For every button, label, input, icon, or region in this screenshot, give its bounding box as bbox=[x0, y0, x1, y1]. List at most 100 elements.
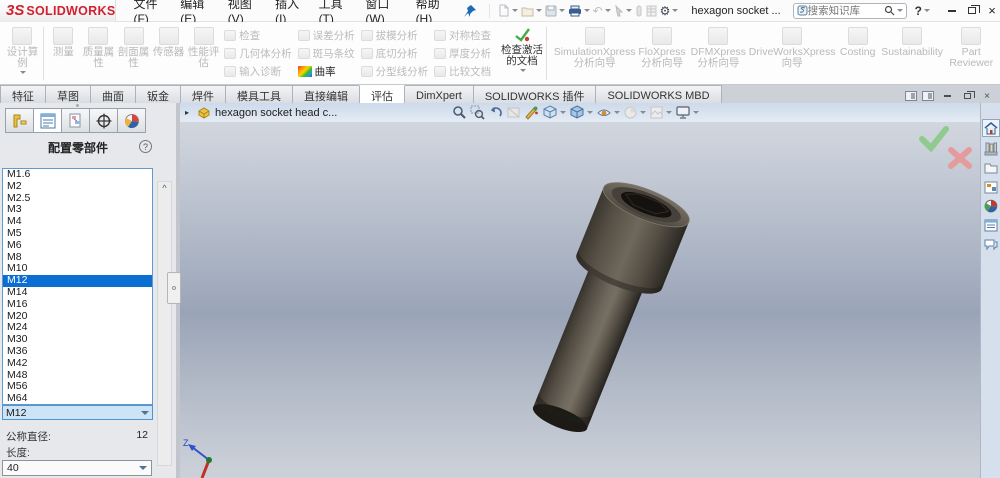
display-manager-tab[interactable] bbox=[117, 108, 146, 133]
measure-button[interactable]: 测量 bbox=[46, 24, 81, 83]
tab-dimxpert[interactable]: DimXpert bbox=[404, 85, 474, 103]
tab-surfaces[interactable]: 曲面 bbox=[90, 85, 136, 103]
tab-evaluate[interactable]: 评估 bbox=[359, 85, 405, 103]
appearances-scenes-button[interactable] bbox=[982, 197, 1000, 215]
size-option[interactable]: M2 bbox=[3, 181, 152, 193]
confirm-cancel-button[interactable] bbox=[951, 150, 969, 166]
floxpress-button[interactable]: FloXpress 分析向导 bbox=[636, 24, 688, 83]
zoom-area-button[interactable] bbox=[470, 105, 485, 120]
restore-button[interactable] bbox=[964, 3, 980, 19]
performance-evaluation-button[interactable]: 性能评估 bbox=[186, 24, 221, 83]
help-button[interactable]: ? bbox=[915, 4, 930, 18]
apply-scene-button[interactable] bbox=[649, 105, 672, 120]
curvature-button[interactable]: 曲率 bbox=[298, 64, 355, 79]
size-option[interactable]: M2.5 bbox=[3, 193, 152, 205]
edit-appearance-button[interactable] bbox=[623, 105, 646, 120]
size-option[interactable]: M14 bbox=[3, 287, 152, 299]
length-combobox[interactable]: 40 bbox=[2, 460, 152, 476]
dimxpert-manager-tab[interactable] bbox=[89, 108, 118, 133]
panel-grip-handle[interactable] bbox=[70, 104, 84, 107]
view-orientation-button[interactable] bbox=[542, 105, 566, 120]
draft-analysis-button[interactable]: 拔模分析 bbox=[361, 28, 429, 43]
panel-help-button[interactable]: ? bbox=[139, 140, 152, 153]
part-reviewer-button[interactable]: Part Reviewer bbox=[944, 24, 998, 83]
scroll-up-icon[interactable]: ^ bbox=[162, 182, 166, 465]
select-button[interactable] bbox=[614, 5, 632, 17]
search-input[interactable] bbox=[808, 5, 884, 17]
deviation-analysis-button[interactable]: 误差分析 bbox=[298, 28, 355, 43]
knowledge-search[interactable] bbox=[793, 3, 907, 19]
dfmxpress-button[interactable]: DFMXpress 分析向导 bbox=[688, 24, 749, 83]
parting-line-analysis-button[interactable]: 分型线分析 bbox=[361, 64, 429, 79]
previous-view-button[interactable] bbox=[488, 105, 503, 120]
feature-tree-flyout-icon[interactable]: ▸ bbox=[185, 108, 189, 117]
view-palette-button[interactable] bbox=[982, 178, 1000, 196]
rebuild-button[interactable] bbox=[635, 5, 643, 17]
solidworks-forum-button[interactable] bbox=[982, 235, 1000, 253]
tab-solidworks-addins[interactable]: SOLIDWORKS 插件 bbox=[473, 85, 597, 103]
sustainability-button[interactable]: Sustainability bbox=[880, 24, 945, 83]
check-active-document-button[interactable]: 检查激活的文档 bbox=[500, 24, 544, 83]
tab-sketch[interactable]: 草图 bbox=[45, 85, 91, 103]
undercut-analysis-button[interactable]: 底切分析 bbox=[361, 46, 429, 61]
confirm-ok-button[interactable] bbox=[922, 129, 946, 148]
file-properties-button[interactable] bbox=[646, 5, 657, 17]
tab-weldments[interactable]: 焊件 bbox=[180, 85, 226, 103]
import-diagnostics-button[interactable]: 输入诊断 bbox=[224, 64, 292, 79]
design-study-button[interactable]: 设计算例 bbox=[4, 24, 41, 83]
size-option[interactable]: M3 bbox=[3, 204, 152, 216]
hex-socket-screw-model[interactable] bbox=[514, 174, 695, 444]
panel-collapse-handle[interactable] bbox=[167, 272, 181, 304]
tab-sheet-metal[interactable]: 钣金 bbox=[135, 85, 181, 103]
close-button[interactable]: × bbox=[984, 3, 1000, 19]
size-option[interactable]: M42 bbox=[3, 358, 152, 370]
size-option[interactable]: M6 bbox=[3, 240, 152, 252]
search-caret-icon[interactable] bbox=[897, 9, 903, 12]
zebra-stripes-button[interactable]: 斑马条纹 bbox=[298, 46, 355, 61]
size-option[interactable]: M64 bbox=[3, 393, 152, 405]
model-canvas[interactable] bbox=[180, 103, 980, 478]
compare-documents-button[interactable]: 比较文档 bbox=[434, 64, 497, 79]
pane-right-icon[interactable] bbox=[922, 91, 934, 101]
document-minimize-button[interactable] bbox=[940, 89, 954, 103]
display-style-button[interactable] bbox=[569, 105, 593, 120]
document-tab[interactable]: hexagon socket head c... bbox=[197, 107, 337, 119]
geometry-analysis-button[interactable]: 几何体分析 bbox=[224, 46, 292, 61]
symmetry-check-button[interactable]: 对称检查 bbox=[434, 28, 497, 43]
design-library-button[interactable] bbox=[982, 140, 1000, 158]
custom-properties-button[interactable] bbox=[982, 216, 1000, 234]
thickness-analysis-button[interactable]: 厚度分析 bbox=[434, 46, 497, 61]
save-button[interactable] bbox=[545, 5, 565, 17]
tab-direct-editing[interactable]: 直接编辑 bbox=[292, 85, 360, 103]
sensor-button[interactable]: 传感器 bbox=[151, 24, 186, 83]
new-document-button[interactable] bbox=[498, 4, 518, 17]
feature-manager-tab[interactable] bbox=[5, 108, 34, 133]
size-option[interactable]: M5 bbox=[3, 228, 152, 240]
minimize-button[interactable] bbox=[944, 3, 960, 19]
size-option[interactable]: M36 bbox=[3, 346, 152, 358]
options-button[interactable]: ⚙ bbox=[660, 4, 679, 18]
solidworks-resources-button[interactable] bbox=[982, 119, 1000, 137]
section-view-button[interactable] bbox=[506, 105, 521, 120]
tab-mold-tools[interactable]: 模具工具 bbox=[225, 85, 293, 103]
size-option[interactable]: M4 bbox=[3, 216, 152, 228]
mass-properties-button[interactable]: 质量属性 bbox=[81, 24, 116, 83]
file-explorer-button[interactable] bbox=[982, 159, 1000, 177]
simulationxpress-button[interactable]: SimulationXpress 分析向导 bbox=[553, 24, 636, 83]
size-option[interactable]: M16 bbox=[3, 299, 152, 311]
driveworksxpress-button[interactable]: DriveWorksXpress 向导 bbox=[749, 24, 836, 83]
undo-button[interactable]: ↶ bbox=[593, 4, 611, 18]
section-properties-button[interactable]: 剖面属性 bbox=[116, 24, 151, 83]
tab-features[interactable]: 特征 bbox=[0, 85, 46, 103]
pin-menu-icon[interactable] bbox=[463, 3, 477, 19]
size-option[interactable]: M1.6 bbox=[3, 169, 152, 181]
size-combobox[interactable]: M12 bbox=[2, 405, 153, 420]
view-annotations-button[interactable] bbox=[524, 105, 539, 120]
view-settings-button[interactable] bbox=[675, 105, 699, 120]
search-icon[interactable] bbox=[884, 5, 895, 16]
costing-button[interactable]: Costing bbox=[836, 24, 880, 83]
configuration-manager-tab[interactable] bbox=[61, 108, 90, 133]
graphics-viewport[interactable]: ▸ hexagon socket head c... bbox=[180, 103, 980, 478]
document-close-button[interactable]: × bbox=[980, 89, 994, 103]
hide-show-items-button[interactable] bbox=[596, 105, 620, 120]
